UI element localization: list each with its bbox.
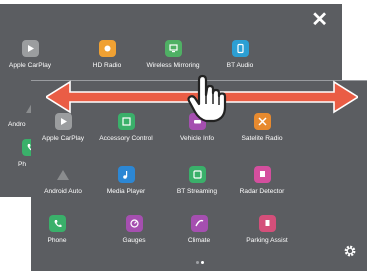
app-tile-phone[interactable]: Phone [27, 215, 87, 244]
app-tile-android-auto[interactable]: Android Auto [33, 166, 93, 195]
app-label: Phone [47, 237, 67, 244]
app-label: Apple CarPlay [41, 135, 85, 142]
app-label: BT Audio [226, 62, 254, 69]
app-label: Satelite Radio [241, 135, 283, 142]
app-label: Media Player [106, 188, 146, 195]
bt-audio-icon [231, 40, 249, 57]
app-label: Radar Detector [239, 188, 285, 195]
app-label: HD Radio [92, 62, 122, 69]
app-label: BT Streaming [176, 188, 218, 195]
app-tile-parking-assist[interactable]: Parking Assist [237, 215, 297, 244]
page-dot-active[interactable] [201, 261, 204, 264]
app-label: Climate [187, 237, 211, 244]
parking-assist-icon [258, 215, 276, 232]
gauges-icon [125, 215, 143, 232]
app-tile-satellite-radio[interactable]: Satelite Radio [232, 113, 292, 142]
app-tile-bt-audio[interactable]: BT Audio [210, 40, 270, 69]
app-tile-bt-streaming[interactable]: BT Streaming [167, 166, 227, 195]
app-tile-climate[interactable]: Climate [169, 215, 229, 244]
hand-pointer-icon [187, 74, 227, 123]
carplay-icon [54, 113, 72, 130]
app-tile-media-player[interactable]: Media Player [96, 166, 156, 195]
app-tile-gauges[interactable]: Gauges [104, 215, 164, 244]
gear-icon[interactable] [343, 244, 357, 263]
page-dot[interactable] [196, 261, 199, 264]
wireless-mirroring-icon [164, 40, 182, 57]
climate-icon [190, 215, 208, 232]
satellite-radio-icon [253, 113, 271, 130]
app-label: Apple CarPlay [8, 62, 52, 69]
app-tile-hd-radio[interactable]: HD Radio [77, 40, 137, 69]
close-icon[interactable]: ✕ [311, 10, 328, 30]
android-auto-icon [55, 166, 72, 183]
app-label: Wireless Mirroring [146, 62, 200, 69]
radar-detector-icon [253, 166, 271, 183]
carplay-icon [21, 40, 39, 57]
app-tile-accessory-control[interactable]: Accessory Control [96, 113, 156, 142]
accessory-control-icon [117, 113, 135, 130]
media-player-icon [117, 166, 135, 183]
bt-streaming-icon [188, 166, 206, 183]
app-tile-radar-detector[interactable]: Radar Detector [232, 166, 292, 195]
phone-icon [48, 215, 66, 232]
app-tile-apple-carplay[interactable]: Apple CarPlay [33, 113, 93, 142]
app-label: Vehicle Info [179, 135, 215, 142]
page-indicator [195, 251, 205, 269]
app-label: Accessory Control [99, 135, 153, 142]
app-label: Android Auto [44, 188, 82, 195]
app-tile-apple-carplay[interactable]: Apple CarPlay [0, 40, 60, 69]
hd-radio-icon [98, 40, 116, 57]
app-tile-wireless-mirroring[interactable]: Wireless Mirroring [143, 40, 203, 69]
app-label: Gauges [122, 237, 146, 244]
app-label: Parking Assist [246, 237, 288, 244]
